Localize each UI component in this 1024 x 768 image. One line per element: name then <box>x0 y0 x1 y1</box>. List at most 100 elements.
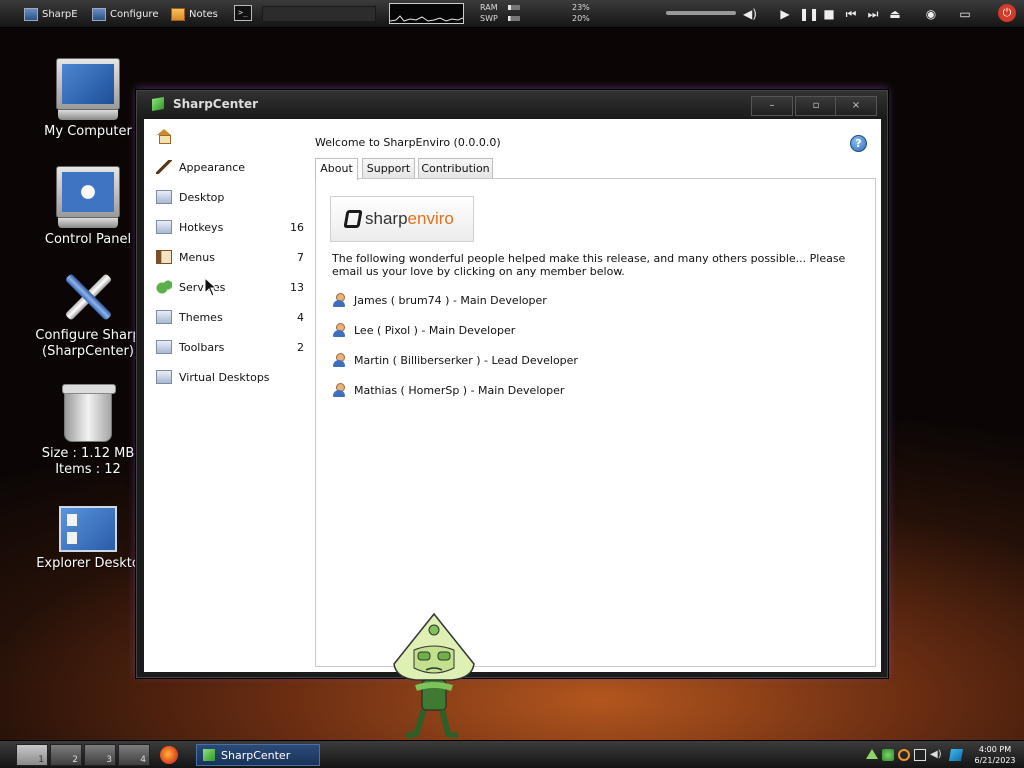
swp-percent: 20% <box>572 14 590 23</box>
home-icon[interactable] <box>156 129 172 144</box>
computer-icon <box>24 7 38 21</box>
desktop-icon-trash[interactable]: Size : 1.12 MB Items : 12 <box>28 384 148 478</box>
sidebar-item-label: Toolbars <box>179 340 225 354</box>
volume-slider[interactable] <box>666 11 736 15</box>
desktop-icon-label: Configure Sharp <box>35 328 141 343</box>
sidebar-item-label: Menus <box>179 250 215 264</box>
ram-meter <box>508 5 520 10</box>
eject-icon[interactable]: ⏏ <box>887 6 903 22</box>
member-link-james[interactable]: James ( brum74 ) - Main Developer <box>332 291 547 309</box>
play-icon[interactable]: ▶ <box>777 6 793 22</box>
sidebar-item-hotkeys[interactable]: Hotkeys 16 <box>156 217 304 237</box>
window-title-bar[interactable]: SharpCenter – ▫ × <box>137 91 887 119</box>
window-content: Appearance Desktop Hotkeys 16 Menus 7 Se… <box>144 119 881 672</box>
mouse-cursor-icon <box>204 277 218 297</box>
sharpe-label: SharpE <box>42 8 78 20</box>
terminal-icon[interactable]: >_ <box>234 5 252 21</box>
desktop-icon-configure-sharp[interactable]: Configure Sharp (SharpCenter) <box>28 268 148 360</box>
close-button[interactable]: × <box>835 96 877 116</box>
taskbar: 1 2 3 4 SharpCenter ◀) 4:00 PM 6/21/2023 <box>0 740 1024 768</box>
member-link-martin[interactable]: Martin ( Billiberserker ) - Lead Develop… <box>332 351 578 369</box>
virtual-desktop-1[interactable]: 1 <box>16 744 48 766</box>
themes-icon <box>156 310 172 324</box>
previous-icon[interactable]: ⏮ <box>843 6 859 22</box>
user-icon <box>332 293 346 307</box>
tab-contribution[interactable]: Contribution <box>418 158 493 179</box>
sidebar-item-desktop[interactable]: Desktop <box>156 187 304 207</box>
cpu-graph-line <box>389 15 464 22</box>
ram-percent: 23% <box>572 3 590 12</box>
desktop-icon <box>156 190 172 204</box>
sidebar-item-label: Services <box>179 280 226 294</box>
about-panel: sharp enviro The following wonderful peo… <box>315 178 876 667</box>
firefox-icon[interactable] <box>160 746 178 764</box>
clock-date: 6/21/2023 <box>974 756 1016 765</box>
configure-button[interactable]: Configure <box>92 5 158 23</box>
notes-label: Notes <box>189 8 218 20</box>
sidebar-item-count: 2 <box>297 340 304 354</box>
power-icon[interactable]: ⏻ <box>998 4 1016 22</box>
virtual-desktop-3[interactable]: 3 <box>84 744 116 766</box>
help-icon[interactable]: ? <box>850 135 867 152</box>
desktop-icon-explorer-desktop[interactable]: Explorer Deskto <box>28 506 148 572</box>
user-icon <box>332 323 346 337</box>
ram-label: RAM <box>480 3 498 12</box>
volume-icon[interactable]: ◀) <box>742 6 758 22</box>
sharpenviro-logo: sharp enviro <box>330 196 474 242</box>
sidebar-item-count: 13 <box>290 280 304 294</box>
sharpe-button[interactable]: SharpE <box>24 5 78 23</box>
member-label: Lee ( Pixol ) - Main Developer <box>354 323 516 337</box>
explorer-desktop-icon <box>59 506 117 552</box>
maximize-button[interactable]: ▫ <box>795 96 837 116</box>
minimize-button[interactable]: – <box>751 96 793 116</box>
control-panel-icon <box>56 166 120 228</box>
next-icon[interactable]: ⏭ <box>865 6 881 22</box>
pause-icon[interactable]: ❚❚ <box>799 6 819 22</box>
desktop-icon-control-panel[interactable]: Control Panel <box>28 166 148 248</box>
sidebar-item-label: Desktop <box>179 190 225 204</box>
taskbar-item-sharpcenter[interactable]: SharpCenter <box>196 744 320 766</box>
member-label: James ( brum74 ) - Main Developer <box>354 293 547 307</box>
terminal-small-icon[interactable]: ▭ <box>957 6 973 22</box>
member-label: Mathias ( HomerSp ) - Main Developer <box>354 383 565 397</box>
display-icon[interactable] <box>914 749 926 761</box>
media-player-icon[interactable]: ◉ <box>923 6 939 22</box>
member-link-mathias[interactable]: Mathias ( HomerSp ) - Main Developer <box>332 381 564 399</box>
tools-icon <box>60 268 116 324</box>
monitor-icon <box>92 7 106 21</box>
command-input[interactable] <box>262 6 376 22</box>
notes-icon <box>171 7 185 21</box>
virtual-desktop-2[interactable]: 2 <box>50 744 82 766</box>
window-title: SharpCenter <box>173 97 259 111</box>
desktop-icon-label: Control Panel <box>44 232 132 247</box>
sidebar-item-appearance[interactable]: Appearance <box>156 157 304 177</box>
intro-text: The following wonderful people helped ma… <box>332 252 846 278</box>
logo-enviro-text: enviro <box>407 209 454 228</box>
sidebar-item-menus[interactable]: Menus 7 <box>156 247 304 267</box>
user-icon <box>332 353 346 367</box>
tray-arrow-icon[interactable] <box>866 749 878 759</box>
menu-book-icon <box>156 250 172 264</box>
desktop-icon-my-computer[interactable]: My Computer <box>28 58 148 140</box>
sidebar-item-themes[interactable]: Themes 4 <box>156 307 304 327</box>
welcome-text: Welcome to SharpEnviro (0.0.0.0) <box>315 136 501 149</box>
virtual-desktop-4[interactable]: 4 <box>118 744 150 766</box>
stop-icon[interactable]: ■ <box>821 6 837 22</box>
tab-support[interactable]: Support <box>362 158 415 179</box>
top-bar: SharpE Configure Notes >_ RAM SWP 23% 20… <box>0 0 1024 28</box>
sidebar-item-label: Themes <box>179 310 223 324</box>
swp-meter <box>508 16 520 21</box>
search-icon[interactable] <box>898 749 910 761</box>
speaker-icon[interactable]: ◀) <box>930 749 942 761</box>
sidebar-item-virtual-desktops[interactable]: Virtual Desktops <box>156 367 304 387</box>
notes-button[interactable]: Notes <box>171 5 218 23</box>
brush-icon <box>156 160 172 174</box>
clock[interactable]: 4:00 PM 6/21/2023 <box>968 744 1022 766</box>
network-icon[interactable] <box>882 749 894 761</box>
tab-about[interactable]: About <box>315 158 358 180</box>
app-tray-icon[interactable] <box>948 749 964 761</box>
member-link-lee[interactable]: Lee ( Pixol ) - Main Developer <box>332 321 515 339</box>
sidebar-item-toolbars[interactable]: Toolbars 2 <box>156 337 304 357</box>
logo-sharp-text: sharp <box>365 209 408 228</box>
sidebar-item-services[interactable]: Services 13 <box>156 277 304 297</box>
